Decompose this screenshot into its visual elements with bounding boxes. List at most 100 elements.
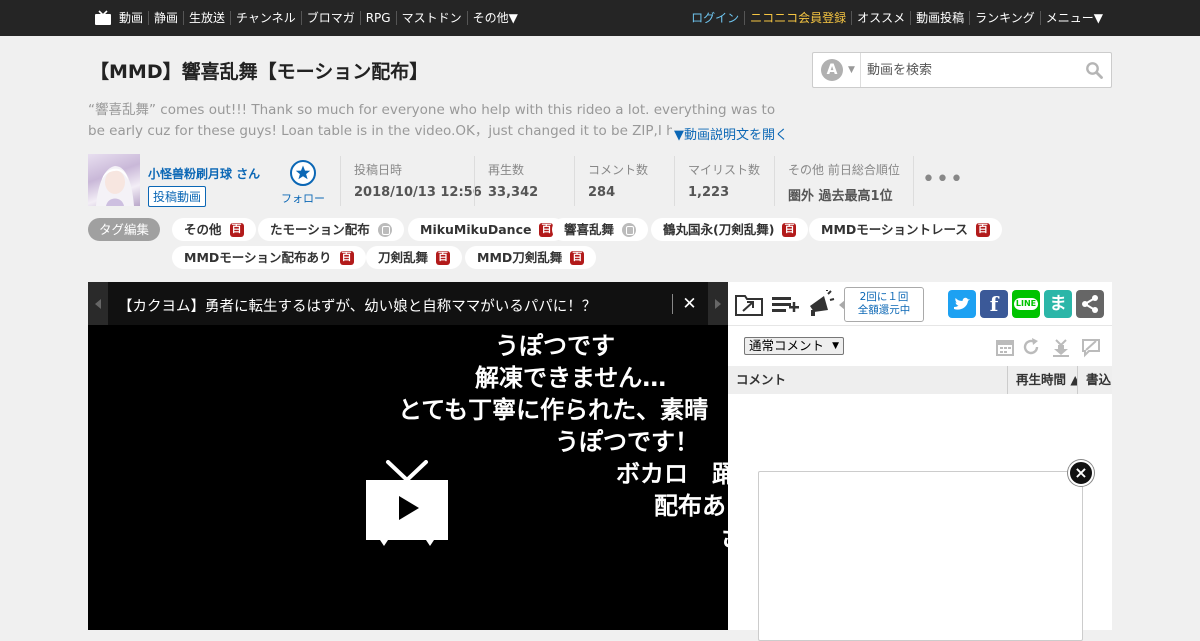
column-written-date[interactable]: 書込日	[1078, 366, 1112, 394]
mylist-value: 1,223	[688, 185, 730, 200]
danmaku-comment: 解凍できません…	[475, 364, 667, 392]
tag-item[interactable]: 刀剣乱舞百	[366, 246, 463, 269]
chevron-down-icon[interactable]: ▼	[848, 65, 855, 75]
line-share-icon[interactable]: LINE	[1012, 290, 1040, 318]
danmaku-comment: 配布あ	[654, 492, 726, 520]
nicopedia-share-icon[interactable]: ま	[1044, 290, 1072, 318]
search-icon[interactable]	[1085, 61, 1103, 79]
tag-lock-icon	[377, 222, 392, 237]
nav-channel[interactable]: チャンネル	[230, 11, 301, 25]
encyclopedia-icon[interactable]: 百	[782, 222, 797, 237]
tag-edit-button[interactable]: タグ編集	[88, 218, 160, 241]
tag-item[interactable]: 鶴丸国永(刀剣乱舞) 百	[651, 218, 809, 241]
tag-label: 鶴丸国永(刀剣乱舞)	[663, 222, 775, 237]
encyclopedia-icon[interactable]: 百	[436, 250, 451, 265]
facebook-share-icon[interactable]: f	[980, 290, 1008, 318]
comment-filter-select[interactable]: 通常コメント ▼	[744, 337, 844, 355]
follow-button[interactable]: フォロー	[280, 160, 326, 206]
search-divider	[860, 53, 861, 87]
search-mode-icon[interactable]: A	[821, 59, 843, 81]
promo-line2: 全額還元中	[857, 304, 911, 316]
tag-item[interactable]: たモーション配布	[258, 218, 404, 241]
danmaku-comment: さ	[720, 518, 728, 553]
mylist-add-icon[interactable]	[734, 290, 764, 318]
views-value: 33,342	[488, 185, 539, 200]
nav-video[interactable]: 動画	[114, 11, 148, 25]
tag-label: MMDモーション配布あり	[184, 250, 332, 265]
stat-posted: 投稿日時 2018/10/13 12:56	[340, 156, 482, 206]
nicoad-megaphone-icon[interactable]	[806, 290, 836, 318]
encyclopedia-icon[interactable]: 百	[570, 250, 585, 265]
tag-item[interactable]: MikuMikuDance 百	[408, 218, 566, 241]
description-expand-link[interactable]: ▼動画説明文を開く	[672, 124, 788, 143]
encyclopedia-icon[interactable]: 百	[229, 222, 244, 237]
tag-item[interactable]: MMDモーショントレース百	[809, 218, 1002, 241]
comments-value: 284	[588, 185, 616, 200]
video-title: 【MMD】響喜乱舞【モーション配布】	[90, 61, 429, 83]
tag-label: 響喜乱舞	[564, 222, 615, 237]
tag-label: MMDモーショントレース	[821, 222, 968, 237]
nav-blomaga[interactable]: ブロマガ	[300, 11, 360, 25]
search-input[interactable]	[867, 59, 1077, 81]
column-playback-time[interactable]: 再生時間 ▲	[1008, 366, 1078, 394]
nav-live[interactable]: 生放送	[183, 11, 230, 25]
tag-item[interactable]: 響喜乱舞	[552, 218, 649, 241]
comment-off-icon[interactable]	[1080, 336, 1102, 358]
uploader-name[interactable]: 小怪兽粉刷月球 さん	[148, 165, 260, 182]
player-ad-banner[interactable]: 【カクヨム】勇者に転生するはずが、幼い娘と自称ママがいるパパに！？ ✕	[88, 282, 728, 325]
share-icon[interactable]	[1076, 290, 1104, 318]
side-panel-toolbar: 2回に１回 全額還元中 f LINE ま	[728, 282, 1112, 326]
uploader-avatar[interactable]	[88, 154, 140, 206]
nav-seiga[interactable]: 静画	[148, 11, 183, 25]
register-link[interactable]: ニコニコ会員登録	[744, 11, 851, 25]
comment-filter-value: 通常コメント	[749, 338, 825, 353]
autoscroll-icon[interactable]	[1050, 336, 1072, 358]
promo-line1: 2回に１回	[859, 291, 909, 303]
ad-close-button[interactable]: ✕	[672, 294, 706, 314]
more-options-icon[interactable]: •••	[922, 169, 964, 191]
nav-mastodon[interactable]: マストドン	[395, 11, 467, 25]
stat-mylist: マイリスト数 1,223	[674, 156, 774, 206]
ad-text[interactable]: 【カクヨム】勇者に転生するはずが、幼い娘と自称ママがいるパパに！？	[118, 295, 596, 316]
play-icon[interactable]	[364, 460, 450, 550]
stat-comments: コメント数 284	[574, 156, 674, 206]
nav-recommend[interactable]: オススメ	[851, 11, 910, 25]
comment-table-header: コメント 再生時間 ▲ 書込日	[728, 366, 1112, 394]
mylist-label: マイリスト数	[688, 163, 761, 177]
tag-label: MikuMikuDance	[420, 222, 532, 237]
danmaku-comment: うぽつです！	[555, 428, 699, 456]
stat-ranking: その他 前日総合順位 圏外 過去最高1位	[774, 156, 914, 206]
niconico-tv-logo-icon[interactable]	[94, 10, 112, 26]
nav-ranking[interactable]: ランキング	[969, 11, 1040, 25]
refresh-icon[interactable]	[1020, 336, 1042, 358]
stat-views: 再生数 33,342	[474, 156, 574, 206]
nav-menu-dropdown[interactable]: メニュー▼	[1039, 11, 1108, 25]
tag-item[interactable]: MMD刀剣乱舞百	[465, 246, 597, 269]
tag-item[interactable]: MMDモーション配布あり百	[172, 246, 366, 269]
chevron-down-icon: ▼	[832, 341, 839, 351]
encyclopedia-icon[interactable]: 百	[339, 250, 354, 265]
twitter-share-icon[interactable]	[948, 290, 976, 318]
calendar-icon[interactable]	[994, 336, 1016, 358]
nav-rpg[interactable]: RPG	[359, 11, 396, 25]
column-comment[interactable]: コメント	[728, 366, 1008, 394]
video-player[interactable]: 【カクヨム】勇者に転生するはずが、幼い娘と自称ママがいるパパに！？ ✕ うぽつで…	[88, 282, 728, 630]
close-icon[interactable]: ×	[1068, 460, 1094, 486]
nicoad-promo-bubble[interactable]: 2回に１回 全額還元中	[839, 287, 924, 322]
tag-item[interactable]: その他百	[172, 218, 256, 241]
nav-upload[interactable]: 動画投稿	[910, 11, 969, 25]
ad-prev-button[interactable]	[88, 282, 108, 325]
follow-star-icon	[290, 160, 316, 186]
uploader-videos-button[interactable]: 投稿動画	[148, 186, 207, 207]
global-nav-right: ログイン ニコニコ会員登録 オススメ 動画投稿 ランキング メニュー▼	[686, 0, 1108, 36]
ad-next-button[interactable]	[708, 282, 728, 325]
global-nav-left: 動画 静画 生放送 チャンネル ブロマガ RPG マストドン その他▼	[94, 0, 523, 36]
danmaku-comment: うぽつです	[495, 332, 615, 360]
encyclopedia-icon[interactable]: 百	[975, 222, 990, 237]
avatar-image	[96, 166, 134, 206]
playlist-add-icon[interactable]	[770, 290, 800, 318]
posted-label: 投稿日時	[354, 163, 403, 177]
tag-label: 刀剣乱舞	[378, 250, 429, 265]
login-link[interactable]: ログイン	[686, 11, 744, 25]
nav-other-dropdown[interactable]: その他▼	[466, 11, 523, 25]
